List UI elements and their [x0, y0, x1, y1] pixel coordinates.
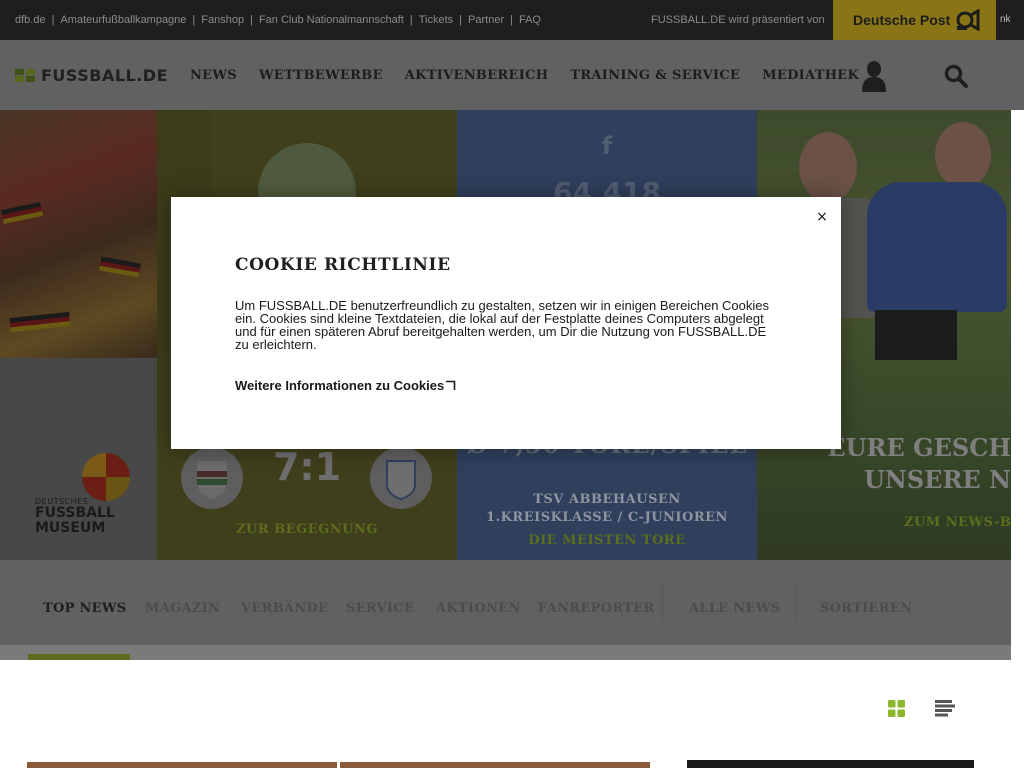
toplink-separator: | [510, 14, 513, 26]
cookie-more-info-link[interactable]: Weitere Informationen zu Cookies [235, 378, 456, 393]
top-links: dfb.de | Amateurfußballkampagne | Fansho… [15, 0, 541, 40]
tab-magazin[interactable]: MAGAZIN [145, 560, 220, 645]
presented-by-text: FUSSBALL.DE wird präsentiert von [651, 14, 825, 26]
user-button[interactable] [860, 60, 888, 92]
nav-items: NEWS WETTBEWERBE AKTIVENBEREICH TRAINING… [190, 40, 881, 110]
away-team-crest [370, 447, 432, 509]
list-view-button[interactable] [935, 700, 955, 717]
home-crest-icon [197, 461, 227, 499]
tab-service[interactable]: SERVICE [346, 560, 414, 645]
stories-line2: UNSERE N [863, 465, 1011, 495]
toplink-amateurkampagne[interactable]: Amateurfußballkampagne [60, 14, 186, 26]
tab-top-news[interactable]: TOP NEWS [43, 560, 126, 645]
toplink-separator: | [459, 14, 463, 26]
toplink-faq[interactable]: FAQ [519, 14, 541, 26]
player-graphic [867, 182, 1007, 312]
cookie-dialog-title: COOKIE RICHTLINIE [235, 255, 451, 275]
museum-logo-text: DEUTSCHES FUSSBALL MUSEUM [35, 497, 115, 537]
tab-divider [795, 582, 796, 622]
nav-item-wettbewerbe[interactable]: WETTBEWERBE [259, 68, 383, 83]
site-logo[interactable]: FUSSBALL.DE [15, 40, 168, 110]
tab-alle-news[interactable]: ALLE NEWS [689, 560, 780, 645]
nav-item-aktivenbereich[interactable]: AKTIVENBEREICH [405, 68, 549, 83]
cookie-dialog: × COOKIE RICHTLINIE Um FUSSBALL.DE benut… [171, 197, 841, 449]
logo-flag-icon [15, 68, 35, 82]
news-thumbnail[interactable] [340, 762, 650, 768]
museum-ball-icon [82, 453, 130, 501]
toplink-separator: | [409, 14, 413, 26]
player-graphic [799, 132, 857, 202]
toplink-tickets[interactable]: Tickets [419, 14, 453, 26]
tab-fanreporter[interactable]: FANREPORTER [538, 560, 655, 645]
museum-line3: MUSEUM [35, 520, 106, 537]
sponsor-logo[interactable]: Deutsche Post [833, 0, 996, 40]
active-tab-indicator [28, 654, 130, 660]
away-crest-icon [386, 460, 416, 501]
nav-item-mediathek[interactable]: MEDIATHEK [762, 68, 859, 83]
post-horn-icon [956, 9, 980, 31]
tab-aktionen[interactable]: AKTIONEN [436, 560, 521, 645]
tab-divider [662, 582, 663, 622]
team-name: TSV ABBEHAUSEN [533, 492, 681, 507]
toplink-dfb[interactable]: dfb.de [15, 14, 46, 26]
grid-view-icon [888, 700, 905, 717]
logo-text: FUSSBALL.DE [41, 65, 169, 85]
museum-line2: FUSSBALL [35, 505, 115, 522]
main-navigation: FUSSBALL.DE NEWS WETTBEWERBE AKTIVENBERE… [0, 40, 1024, 110]
home-team-crest [181, 447, 243, 509]
player-graphic [875, 310, 957, 360]
match-link[interactable]: ZUR BEGEGNUNG [157, 522, 457, 537]
match-score: 7:1 [272, 445, 342, 489]
nav-item-news[interactable]: NEWS [190, 68, 237, 83]
cookie-dialog-text: Um FUSSBALL.DE benutzerfreundlich zu ges… [235, 298, 769, 352]
user-icon [862, 61, 886, 92]
toplink-partner[interactable]: Partner [468, 14, 504, 26]
tab-verbaende[interactable]: VERBÄNDE [241, 560, 328, 645]
external-link-icon [446, 380, 456, 390]
football-museum-tile[interactable]: DEUTSCHES FUSSBALL MUSEUM [0, 358, 157, 560]
tab-sortieren[interactable]: SORTIEREN [820, 560, 912, 645]
flag-graphic [0, 201, 44, 225]
top-bar: dfb.de | Amateurfußballkampagne | Fansho… [0, 0, 1024, 40]
grid-view-button[interactable] [888, 700, 905, 717]
search-button[interactable] [944, 64, 968, 88]
news-thumbnail[interactable] [27, 762, 337, 768]
toplink-separator: | [51, 14, 55, 26]
news-tab-bar: TOP NEWS MAGAZIN VERBÄNDE SERVICE AKTION… [0, 560, 1011, 645]
team-league: 1.KREISKLASSE / C-JUNIOREN [486, 510, 728, 525]
sidebar-promo[interactable] [687, 760, 974, 768]
top-scorers-link[interactable]: DIE MEISTEN TORE [457, 533, 757, 548]
fans-image-tile[interactable] [0, 110, 157, 358]
toplink-separator: | [250, 14, 253, 26]
nav-item-training-service[interactable]: TRAINING & SERVICE [570, 68, 740, 83]
flag-graphic [99, 256, 141, 278]
close-icon[interactable]: × [814, 208, 830, 226]
player-graphic [935, 122, 991, 188]
tab-bar-strip [0, 645, 1011, 660]
list-view-icon [935, 700, 955, 717]
flag-graphic [9, 311, 71, 333]
facebook-icon: f [601, 132, 613, 160]
search-icon [944, 64, 968, 88]
cookie-more-info-label: Weitere Informationen zu Cookies [235, 378, 445, 393]
partner-link-cut[interactable]: nk [1000, 0, 1024, 40]
toplink-fanshop[interactable]: Fanshop [201, 14, 244, 26]
sponsor-name: Deutsche Post [853, 12, 951, 28]
toplink-fanclub[interactable]: Fan Club Nationalmannschaft [259, 14, 404, 26]
news-report-link[interactable]: ZUM NEWS-BE [904, 515, 1011, 530]
toplink-separator: | [192, 14, 196, 26]
